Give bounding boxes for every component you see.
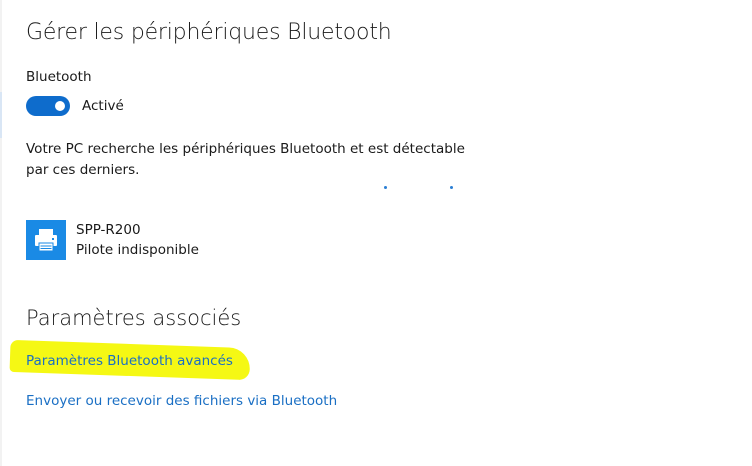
searching-progress-dot [450,186,453,189]
advanced-bluetooth-settings-link[interactable]: Paramètres Bluetooth avancés [26,353,233,369]
left-focus-accent [0,92,2,138]
toggle-state-label: Activé [82,98,124,114]
bluetooth-label: Bluetooth [26,69,92,85]
toggle-knob [55,101,65,111]
printer-icon [26,220,66,260]
device-name: SPP-R200 [76,222,141,238]
send-receive-files-link[interactable]: Envoyer ou recevoir des fichiers via Blu… [26,393,337,409]
bluetooth-toggle[interactable] [26,96,70,116]
left-edge-border [0,0,2,466]
page-title: Gérer les périphériques Bluetooth [26,20,392,45]
device-status: Pilote indisponible [76,242,199,258]
related-settings-title: Paramètres associés [26,306,242,330]
discovery-status-text: Votre PC recherche les périphériques Blu… [26,141,465,178]
searching-progress-dot [384,186,387,189]
